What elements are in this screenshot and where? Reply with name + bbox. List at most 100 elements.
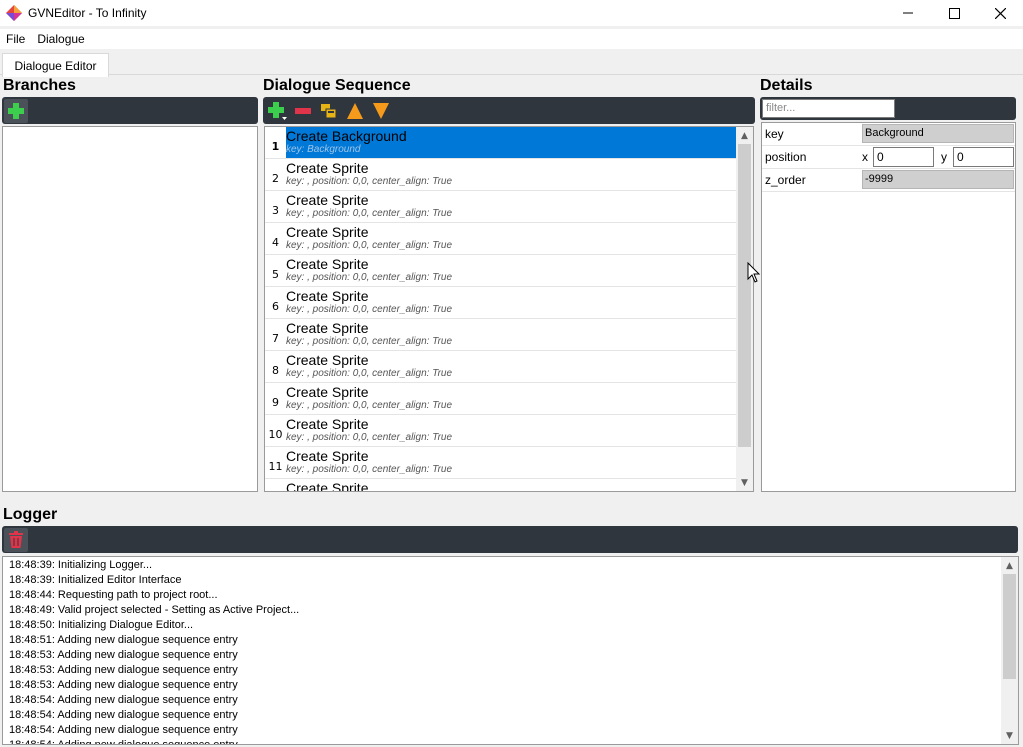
scroll-down-icon[interactable]: ▼ <box>736 474 753 491</box>
close-icon <box>994 7 1006 19</box>
add-dropdown-icon <box>268 101 287 120</box>
sequence-row-number: 10 <box>268 428 283 441</box>
detail-row-key: key Background <box>762 123 1015 146</box>
sequence-row-number: 5 <box>272 268 279 281</box>
sequence-row-body: Create Spritekey: , position: 0,0, cente… <box>286 223 737 254</box>
detail-position-label: position <box>765 150 807 164</box>
sequence-row-title: Create Sprite <box>286 448 369 464</box>
sequence-row-detail: key: , position: 0,0, center_align: True <box>286 368 453 379</box>
sequence-row[interactable]: 10 Create Sprite key: , position: 0,0, cen… <box>265 415 737 447</box>
sequence-row-body: Create Spritekey: , position: 0,0, cente… <box>286 287 737 318</box>
log-line: 18:48:50: Initializing Dialogue Editor..… <box>9 619 194 631</box>
menu-dialogue[interactable]: Dialogue <box>31 32 90 46</box>
detail-key-value: Background <box>862 124 1014 143</box>
add-branch-button[interactable] <box>4 98 28 123</box>
sequence-row-title: Create Sprite <box>286 256 369 272</box>
trash-icon <box>9 530 23 548</box>
detail-key-label: key <box>765 127 784 141</box>
sequence-row-number: 11 <box>268 460 283 473</box>
details-table: key Background position x 0 y 0 z_order … <box>761 122 1016 492</box>
log-scroll-thumb[interactable] <box>1003 574 1016 679</box>
sequence-row-detail: key: , position: 0,0, center_align: True <box>286 240 453 251</box>
sequence-row-body: Create Spritekey: , position: 0,0, cente… <box>286 415 737 446</box>
close-button[interactable] <box>977 0 1023 26</box>
sequence-row[interactable]: 8 Create Sprite key: , position: 0,0, cent… <box>265 351 737 383</box>
sequence-row-title: Create Background <box>286 128 407 144</box>
sequence-row-body: Create Spritekey: , position: 0,0, cente… <box>286 159 737 190</box>
sequence-row[interactable]: 5 Create Sprite key: , position: 0,0, cent… <box>265 255 737 287</box>
move-down-button[interactable] <box>369 99 393 123</box>
sequence-row[interactable]: 12Create Spritekey: , position: 0,0, cen… <box>265 479 737 491</box>
filter-input[interactable]: filter... <box>762 99 895 118</box>
sequence-list[interactable]: 1 Create Background key: Background 2 Create… <box>264 126 754 492</box>
log-line: 18:48:53: Adding new dialogue sequence e… <box>9 649 238 661</box>
sequence-row-number: 6 <box>272 300 279 313</box>
maximize-button[interactable] <box>931 0 977 26</box>
remove-icon <box>295 107 311 114</box>
sequence-row[interactable]: 9 Create Sprite key: , position: 0,0, cent… <box>265 383 737 415</box>
sequence-row-number: 8 <box>272 364 279 377</box>
move-up-icon <box>347 102 363 119</box>
mouse-cursor-icon <box>747 262 761 283</box>
clear-log-button[interactable] <box>4 527 28 552</box>
log-lines: 18:48:39: Initializing Logger... 18:48:39… <box>9 558 300 744</box>
sequence-row-title: Create Sprite <box>286 288 369 304</box>
sequence-scrollbar[interactable]: ▲ ▼ <box>736 127 753 491</box>
sequence-row-body: Create Spritekey: , position: 0,0, cente… <box>286 447 737 478</box>
branches-list[interactable] <box>2 126 258 492</box>
position-x-input[interactable]: 0 <box>873 147 934 167</box>
sequence-row-number: 3 <box>272 204 279 217</box>
sequence-row-detail: key: , position: 0,0, center_align: True <box>286 176 453 187</box>
duplicate-entry-button[interactable] <box>317 99 341 123</box>
log-scroll-up-icon[interactable]: ▲ <box>1001 557 1018 574</box>
branches-title: Branches <box>3 77 76 94</box>
log-line: 18:48:54: Adding new dialogue sequence e… <box>9 709 238 721</box>
sequence-row[interactable]: 4 Create Sprite key: , position: 0,0, cent… <box>265 223 737 255</box>
sequence-row[interactable]: 7 Create Sprite key: , position: 0,0, cent… <box>265 319 737 351</box>
sequence-row-body: Create Spritekey: , position: 0,0, cente… <box>286 479 737 491</box>
log-line: 18:48:49: Valid project selected - Setti… <box>9 604 300 616</box>
move-up-button[interactable] <box>343 99 367 123</box>
detail-row-z-order: z_order -9999 <box>762 169 1015 192</box>
log-line: 18:48:54: Adding new dialogue sequence e… <box>9 724 238 736</box>
sequence-row-title: Create Sprite <box>286 416 369 432</box>
window-title: GVNEditor - To Infinity <box>28 6 147 20</box>
sequence-row-title: Create Sprite <box>286 192 369 208</box>
position-y-input[interactable]: 0 <box>953 147 1014 167</box>
sequence-rows: 1 Create Background key: Background 2 Create… <box>265 127 737 491</box>
sequence-row-title: Create Sprite <box>286 480 369 491</box>
sequence-row-title: Create Sprite <box>286 352 369 368</box>
scroll-thumb[interactable] <box>738 144 751 447</box>
sequence-row[interactable]: 11 Create Sprite key: , position: 0,0, cen… <box>265 447 737 479</box>
sequence-row[interactable]: 3 Create Sprite key: , position: 0,0, cent… <box>265 191 737 223</box>
details-title: Details <box>760 77 813 94</box>
position-x-label: x <box>862 150 868 164</box>
log-scroll-down-icon[interactable]: ▼ <box>1001 727 1018 744</box>
sequence-row-number: 4 <box>272 236 279 249</box>
sequence-row-detail: key: , position: 0,0, center_align: True <box>286 464 453 475</box>
log-output[interactable]: 18:48:39: Initializing Logger... 18:48:39… <box>2 556 1019 745</box>
sequence-row-body: Create Spritekey: , position: 0,0, cente… <box>286 319 737 350</box>
title-bar: GVNEditor - To Infinity <box>0 0 1023 26</box>
minimize-button[interactable] <box>885 0 931 26</box>
log-scrollbar[interactable]: ▲ ▼ <box>1001 557 1018 744</box>
remove-entry-button[interactable] <box>291 99 315 123</box>
tab-dialogue-editor[interactable]: Dialogue Editor <box>2 53 109 77</box>
sequence-row-number: 7 <box>272 332 279 345</box>
menu-bar: File Dialogue <box>0 29 1023 49</box>
log-line: 18:48:44: Requesting path to project roo… <box>9 589 218 601</box>
tab-bar: Dialogue Editor <box>0 51 1023 77</box>
logger-title: Logger <box>3 506 58 523</box>
sequence-row[interactable]: 6 Create Sprite key: , position: 0,0, cent… <box>265 287 737 319</box>
add-entry-button[interactable] <box>265 99 289 123</box>
sequence-row-body: Create Spritekey: , position: 0,0, cente… <box>286 255 737 286</box>
log-line: 18:48:54: Adding new dialogue sequence e… <box>9 694 238 706</box>
duplicate-icon <box>321 103 337 118</box>
menu-file[interactable]: File <box>0 32 31 46</box>
sequence-row-body: Create Spritekey: , position: 0,0, cente… <box>286 383 737 414</box>
sequence-row[interactable]: 2 Create Sprite key: , position: 0,0, cent… <box>265 159 737 191</box>
scroll-up-icon[interactable]: ▲ <box>736 127 753 144</box>
sequence-row-detail: key: , position: 0,0, center_align: True <box>286 400 453 411</box>
sequence-row-title: Create Sprite <box>286 224 369 240</box>
sequence-row[interactable]: 1 Create Background key: Background <box>265 127 737 159</box>
